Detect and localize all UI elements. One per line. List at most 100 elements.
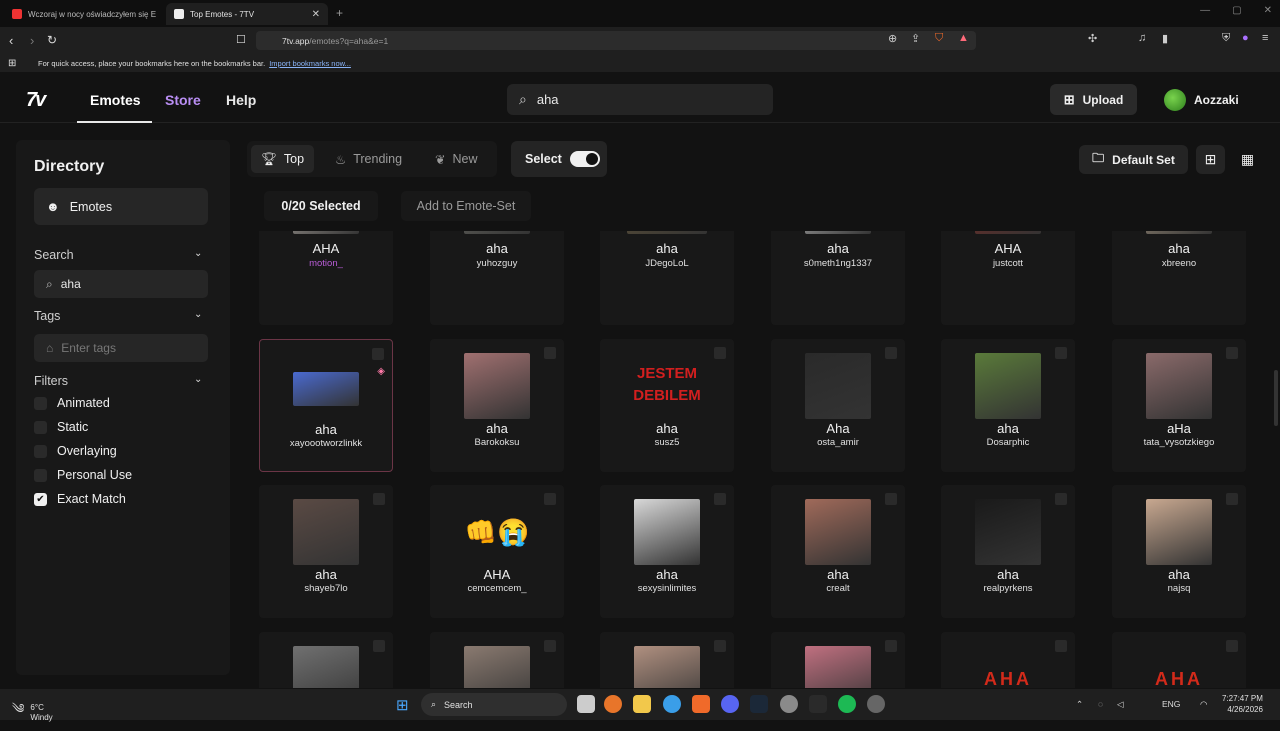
sidebar-item-emotes[interactable]: ☻ Emotes [34, 188, 208, 225]
emote-card[interactable] [771, 632, 905, 688]
emote-owner[interactable]: tata_vysotzkiego [1112, 437, 1246, 448]
add-to-emote-set-button[interactable]: Add to Emote-Set [401, 191, 531, 221]
header-search-input[interactable]: ⌕ aha [507, 84, 773, 115]
tab-top[interactable]: 🏆︎ Top [251, 145, 315, 173]
bookmark-icon[interactable]: ☐ [236, 33, 246, 46]
steam-icon[interactable] [750, 695, 768, 713]
emote-select-checkbox[interactable] [1226, 493, 1238, 505]
grid-large-view-button[interactable]: ⊞ [1196, 145, 1225, 174]
emote-card[interactable]: aha yuhozguy [430, 231, 564, 325]
extensions-icon[interactable]: ✣ [1088, 32, 1097, 45]
emote-select-checkbox[interactable] [544, 347, 556, 359]
nav-help[interactable]: Help [226, 92, 256, 108]
emote-select-checkbox[interactable] [714, 347, 726, 359]
brave-rewards-icon[interactable]: ▲ [958, 32, 969, 44]
emote-card[interactable]: aha shayeb7lo [259, 485, 393, 618]
filter-overlaying[interactable]: Overlaying [34, 444, 117, 458]
emote-select-checkbox[interactable] [714, 640, 726, 652]
app-icon[interactable] [867, 695, 885, 713]
emote-card[interactable] [259, 632, 393, 688]
emote-select-checkbox[interactable] [1055, 493, 1067, 505]
emote-select-checkbox[interactable] [544, 640, 556, 652]
language-indicator[interactable]: ENG [1162, 699, 1180, 709]
tray-chevron-icon[interactable]: ⌃ [1076, 699, 1083, 710]
emote-select-checkbox[interactable] [1226, 347, 1238, 359]
windows-start-icon[interactable]: ⊞ [396, 696, 409, 714]
emote-select-checkbox[interactable] [885, 347, 897, 359]
emote-owner[interactable]: yuhozguy [430, 258, 564, 269]
emote-owner[interactable]: cemcemcem_ [430, 583, 564, 594]
tab-new[interactable]: ❦ New [425, 145, 488, 173]
default-set-button[interactable]: 🗀︎ Default Set [1079, 145, 1188, 174]
upload-button[interactable]: ⊞ Upload [1050, 84, 1137, 115]
firefox-icon[interactable] [604, 695, 622, 713]
brave-shield-icon[interactable]: ⛉ [935, 32, 943, 45]
emote-card[interactable]: aha Barokoksu [430, 339, 564, 472]
chevron-down-icon[interactable]: ⌄ [194, 309, 202, 320]
filter-personal-use[interactable]: Personal Use [34, 468, 132, 482]
emote-card[interactable]: aha JDegoLoL [600, 231, 734, 325]
close-window-icon[interactable]: ✕ [1264, 5, 1272, 16]
emote-select-checkbox[interactable] [544, 493, 556, 505]
taskbar-search[interactable]: ⌕ Search [421, 693, 567, 716]
select-toggle[interactable]: Select [511, 141, 607, 177]
grid-small-view-button[interactable]: ▦ [1233, 145, 1262, 174]
emote-card[interactable] [430, 632, 564, 688]
share-icon[interactable]: ⇪ [911, 32, 920, 45]
emote-card[interactable] [600, 632, 734, 688]
volume-icon[interactable]: ◁ [1117, 699, 1124, 710]
browser-tab-youtube[interactable]: Wczoraj w nocy oświadczyłem się E... [4, 3, 164, 25]
emote-owner[interactable]: realpyrkens [941, 583, 1075, 594]
emote-card[interactable]: JESTEM DEBILEM aha susz5 [600, 339, 734, 472]
emote-select-checkbox[interactable] [1055, 347, 1067, 359]
spotify-icon[interactable] [838, 695, 856, 713]
emote-owner[interactable]: motion_ [259, 258, 393, 269]
emote-owner[interactable]: JDegoLoL [600, 258, 734, 269]
forward-icon[interactable]: › [30, 33, 34, 48]
emote-select-checkbox[interactable] [1055, 640, 1067, 652]
network-icon[interactable]: ◌ [1098, 699, 1103, 709]
emote-select-checkbox[interactable] [1226, 640, 1238, 652]
discord-icon[interactable] [721, 695, 739, 713]
tags-input[interactable]: ⌂ Enter tags [34, 334, 208, 362]
emote-card[interactable]: aHa tata_vysotzkiego [1112, 339, 1246, 472]
app-icon[interactable] [663, 695, 681, 713]
filter-exact-match[interactable]: ✔ Exact Match [34, 492, 126, 506]
emote-card[interactable]: AHA [941, 632, 1075, 688]
emote-card[interactable]: AHA motion_ [259, 231, 393, 325]
emote-owner[interactable]: Dosarphic [941, 437, 1075, 448]
emote-card[interactable]: aha crealt [771, 485, 905, 618]
task-view-icon[interactable] [577, 695, 595, 713]
chevron-down-icon[interactable]: ⌄ [194, 248, 202, 259]
wifi-icon[interactable]: ◠ [1200, 699, 1207, 710]
avatar[interactable] [1164, 89, 1186, 111]
emote-owner[interactable]: Barokoksu [430, 437, 564, 448]
emote-select-checkbox[interactable] [714, 493, 726, 505]
emote-owner[interactable]: s0meth1ng1337 [771, 258, 905, 269]
emote-card[interactable]: ◈ aha xayoootworzlinkk [259, 339, 393, 472]
music-icon[interactable]: ♫ [1138, 32, 1146, 44]
emote-owner[interactable]: shayeb7lo [259, 583, 393, 594]
emote-card[interactable]: aha najsq [1112, 485, 1246, 618]
close-tab-icon[interactable]: ✕ [312, 9, 320, 20]
emote-owner[interactable]: susz5 [600, 437, 734, 448]
new-tab-icon[interactable]: + [336, 6, 343, 20]
import-bookmarks-link[interactable]: Import bookmarks now... [269, 59, 351, 68]
checkbox[interactable] [34, 468, 47, 482]
emote-select-checkbox[interactable] [373, 493, 385, 505]
menu-icon[interactable]: ≡ [1262, 32, 1268, 44]
filter-animated[interactable]: Animated [34, 396, 110, 410]
checkbox-checked[interactable]: ✔ [34, 492, 47, 506]
reload-icon[interactable]: ↻ [47, 33, 57, 47]
toggle-switch[interactable] [569, 151, 600, 167]
brave-icon[interactable] [692, 695, 710, 713]
url-input[interactable]: 7tv.app/emotes?q=aha&e=1 [256, 31, 976, 50]
emote-card[interactable]: aha sexysinlimites [600, 485, 734, 618]
emote-owner[interactable]: sexysinlimites [600, 583, 734, 594]
profile-icon[interactable]: ● [1242, 32, 1249, 44]
weather-widget[interactable]: ༄ 6°C Windy [12, 694, 53, 731]
minimize-icon[interactable]: — [1200, 5, 1210, 16]
emote-owner[interactable]: najsq [1112, 583, 1246, 594]
filter-static[interactable]: Static [34, 420, 88, 434]
7tv-logo[interactable]: 7v [26, 89, 46, 112]
